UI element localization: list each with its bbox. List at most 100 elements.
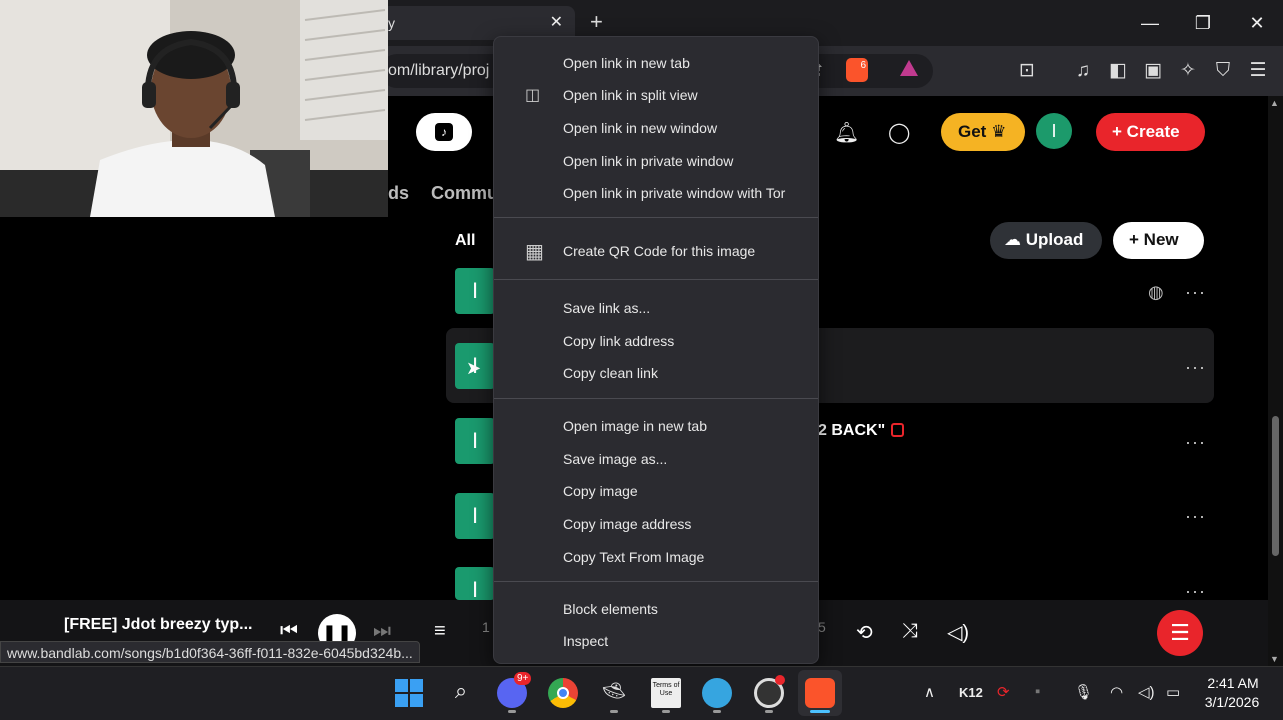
tab-community[interactable]: Commu [431,183,498,204]
menu-copy-text-image[interactable]: Copy Text From Image [563,549,704,565]
music-icon[interactable]: ♫ [1070,58,1096,84]
scroll-up-icon[interactable]: ▲ [1270,98,1279,108]
new-tab-icon[interactable]: + [590,9,603,35]
minimize-icon[interactable]: — [1138,12,1162,34]
volume-icon[interactable]: ◁) [947,620,969,645]
speaker-icon[interactable]: ◁) [1138,683,1155,701]
menu-open-split-view[interactable]: Open link in split view [563,87,698,103]
next-icon[interactable]: ⏭ [373,620,391,643]
get-membership-button[interactable]: Get ♛ [941,113,1025,151]
menu-save-image[interactable]: Save image as... [563,451,667,467]
sync-icon[interactable]: ⟳ [997,683,1010,701]
upload-button[interactable]: ☁ Upload [990,222,1102,259]
project-thumbnail[interactable]: I [455,268,495,314]
menu-open-new-window[interactable]: Open link in new window [563,120,717,136]
vpn-icon[interactable]: ⛉ [1210,58,1236,84]
cloud-upload-icon: ☁ [1004,230,1021,249]
terms-of-use-icon[interactable]: Terms of Use [651,678,681,708]
thumbnail-letter: I [471,278,479,303]
menu-open-image[interactable]: Open image in new tab [563,418,707,434]
bandlab-app-icon[interactable] [702,678,732,708]
create-label: Create [1126,122,1180,141]
tray-app-icon[interactable]: ▪ [1035,683,1040,700]
wallet-icon[interactable]: ▣ [1140,58,1166,84]
menu-create-qr[interactable]: Create QR Code for this image [563,243,755,259]
filter-dropdown[interactable]: All [455,232,475,250]
project-thumbnail[interactable]: I [455,493,495,539]
menu-divider [494,581,818,582]
player-track-title[interactable]: [FREE] Jdot breezy typ... [64,616,252,634]
close-window-icon[interactable]: ✕ [1245,12,1269,34]
discord-icon[interactable]: 9+ [497,672,532,708]
microphone-icon[interactable]: 🎙︎ [1074,683,1093,701]
project-title[interactable]: 2 BACK" [818,422,885,440]
avatar[interactable]: I [1036,113,1072,149]
menu-copy-link[interactable]: Copy link address [563,333,674,349]
restore-icon[interactable]: ❐ [1191,12,1215,34]
notifications-icon[interactable]: 🔔︎ [834,120,859,145]
scroll-down-icon[interactable]: ▼ [1270,654,1279,664]
brave-icon[interactable] [805,678,835,708]
status-url: www.bandlab.com/songs/b1d0f364-36ff-f011… [0,641,420,663]
clock-date[interactable]: 3/1/2026 [1202,694,1262,710]
clock-time[interactable]: 2:41 AM [1207,675,1259,691]
reader-icon[interactable]: ⊡ [1014,58,1040,84]
menu-inspect[interactable]: Inspect [563,633,608,649]
search-icon[interactable]: ⌕ [446,678,476,708]
tray-k12[interactable]: K12 [959,685,983,700]
menu-copy-image-address[interactable]: Copy image address [563,516,691,532]
ufo-app-icon[interactable]: 🛸︎ [599,678,629,708]
create-button[interactable]: + Create [1096,113,1205,151]
menu-save-link[interactable]: Save link as... [563,300,650,316]
leo-ai-icon[interactable]: ✧ [1175,58,1201,84]
project-thumbnail[interactable]: I [455,418,495,464]
globe-icon[interactable]: ◍ [1148,282,1164,303]
tray-expand-icon[interactable]: ∧ [924,683,935,701]
menu-icon[interactable]: ☰ [1245,58,1271,84]
active-indicator [810,710,830,713]
filter-label: All [455,232,476,249]
more-icon[interactable]: ··· [1185,506,1206,527]
running-indicator [610,710,618,713]
menu-block-elements[interactable]: Block elements [563,601,658,617]
menu-open-private-tor[interactable]: Open link in private window with Tor [563,185,785,201]
browser-tab[interactable]: y ✕ [380,6,575,40]
wifi-icon[interactable]: ◠ [1110,683,1123,701]
messages-icon[interactable]: ◯ [888,120,910,145]
webcam-image [0,0,388,217]
shuffle-icon[interactable]: ⤨ [902,620,918,643]
tab-close-icon[interactable]: ✕ [550,12,563,32]
more-icon[interactable]: ··· [1185,581,1206,602]
previous-icon[interactable]: ⏮ [280,620,298,643]
menu-copy-clean-link[interactable]: Copy clean link [563,365,658,381]
rewards-icon[interactable] [900,60,918,76]
more-icon[interactable]: ··· [1185,432,1206,453]
project-thumbnail[interactable]: I [455,567,495,602]
obs-icon[interactable] [754,675,785,708]
queue-icon[interactable]: ≡ [434,620,446,643]
chrome-icon[interactable] [548,678,578,708]
thumbnail-letter: I [471,577,479,602]
lock-icon [891,423,904,437]
start-icon[interactable] [394,678,424,708]
tab-partial[interactable]: ds [388,183,409,204]
new-button[interactable]: + New [1113,222,1204,259]
sidebar-icon[interactable]: ◧ [1105,58,1131,84]
plus-icon: + [1129,230,1139,249]
webcam-overlay [0,0,388,217]
split-view-icon: ◫ [525,87,541,104]
menu-open-private-window[interactable]: Open link in private window [563,153,733,169]
thumbnail-letter: I [471,503,479,528]
bandlab-logo-button[interactable]: ♪ [416,113,472,151]
new-label: New [1143,230,1179,249]
player-menu-button[interactable]: ☰ [1157,610,1203,656]
repeat-icon[interactable]: ⟲ [856,620,873,645]
shields-icon[interactable]: 6 [846,58,868,82]
scrollbar[interactable]: ▲ ▼ [1268,96,1283,666]
scroll-thumb[interactable] [1272,416,1279,556]
menu-copy-image[interactable]: Copy image [563,483,638,499]
more-icon[interactable]: ··· [1185,357,1206,378]
more-icon[interactable]: ··· [1185,282,1206,303]
battery-icon[interactable]: ▭ [1166,683,1180,701]
menu-open-new-tab[interactable]: Open link in new tab [563,55,690,71]
